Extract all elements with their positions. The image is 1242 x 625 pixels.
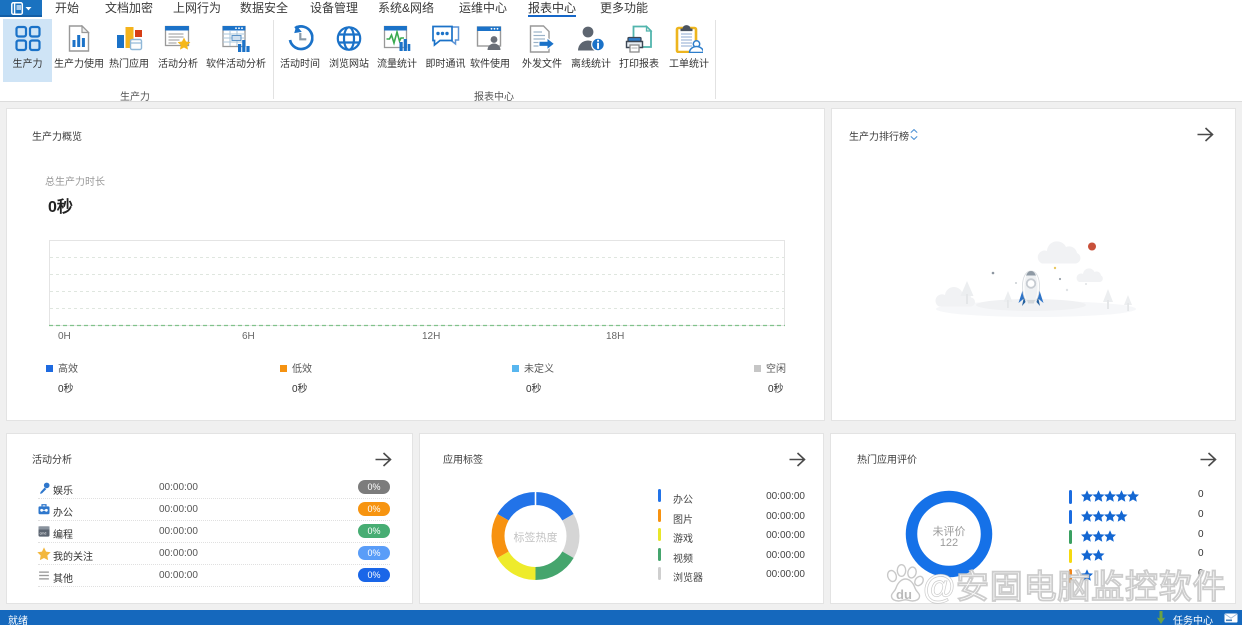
svg-text:du: du (896, 587, 912, 602)
svg-text:cmd: cmd (40, 532, 47, 536)
